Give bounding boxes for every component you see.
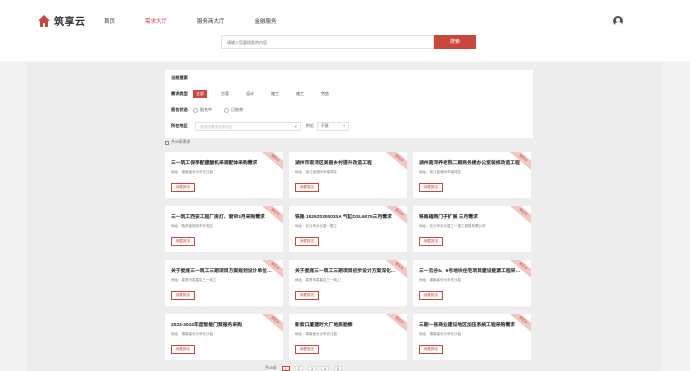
demand-card[interactable]: 报名中 铁路 1525Z0300033A 气缸DSL6075三月需求 地址：长沙市长…	[289, 206, 407, 252]
type-chip-labor[interactable]: 劳务	[318, 90, 332, 98]
card-title[interactable]: 新索口厦建时大厂地质勘察	[295, 321, 399, 328]
scope-value: 不限	[321, 124, 329, 128]
user-avatar-icon[interactable]	[613, 16, 623, 26]
search-button[interactable]: 搜索	[434, 35, 476, 49]
brand-name: 筑享云	[54, 17, 86, 28]
type-chip-construction-2[interactable]: 施工	[293, 90, 307, 98]
radio-circle-icon	[193, 107, 198, 113]
demand-card[interactable]: 报名中 2023-2024年度智能门禁服务采购 地址：湖南省长沙市长沙县 我要报名	[165, 314, 283, 360]
signup-button[interactable]: 我要报名	[295, 291, 319, 300]
card-title[interactable]: 湖州南浔养老院二期商务楼办公室装修改造工程	[419, 159, 523, 166]
card-address: 地址：娄底市娄星区三一筑工	[295, 278, 341, 282]
results-count: 共45条需求	[165, 140, 190, 145]
page-1[interactable]: 1	[281, 366, 290, 371]
signup-button[interactable]: 我要报名	[419, 345, 443, 354]
region-row: 所在地区 请选择需求发布地区 × 附近 不限 ▾	[171, 121, 349, 131]
card-title[interactable]: 铁路箱网门子扩展 三月需求	[419, 213, 523, 220]
search-band: 搜索	[0, 27, 690, 61]
region-placeholder: 请选择需求发布地区	[200, 124, 233, 129]
chevron-down-icon: ▾	[343, 123, 345, 128]
card-title[interactable]: 三期一县商业建设地区加压系统工程采购需求	[419, 321, 523, 328]
scope-select[interactable]: 不限 ▾	[317, 121, 349, 131]
card-address: 地址：湖南省长沙市长沙县	[295, 332, 337, 336]
demand-card[interactable]: 报名中 新索口厦建时大厂地质勘察 地址：湖南省长沙市长沙县 我要报名	[289, 314, 407, 360]
card-address: 地址：湖南省长沙市长沙县	[419, 332, 461, 336]
status-label: 报名状态	[171, 107, 188, 112]
pagination: 共45条 1 2 3 4 5	[265, 366, 342, 371]
region-label: 所在地区	[171, 123, 188, 128]
demand-card[interactable]: 报名中 三一云谷5、6号地块住宅项目建设能源工程采购... 地址：湖南省长沙市长沙县…	[413, 260, 531, 306]
card-title[interactable]: 三一筑工保亭配建酸机采调配体采购需求	[171, 159, 275, 166]
page-3[interactable]: 3	[307, 366, 316, 371]
card-title[interactable]: 关于娄底三一筑工三期项目初步设计方案深化...	[295, 267, 399, 274]
signup-button[interactable]: 我要报名	[171, 183, 195, 192]
demand-card[interactable]: 报名中 三一筑工保亭配建酸机采调配体采购需求 地址：湖南省长沙市长沙县 我要报名	[165, 152, 283, 198]
card-title[interactable]: 铁路 1525Z0300033A 气缸DSL6075三月需求	[295, 213, 399, 220]
card-title[interactable]: 三一云谷5、6号地块住宅项目建设能源工程采购...	[419, 267, 523, 274]
type-chip-construction[interactable]: 施工	[268, 90, 282, 98]
card-address: 地址：湖南省长沙市长沙县	[419, 278, 461, 282]
demand-card[interactable]: 报名中 湖州市南浔区美丽乡村提升改造工程 地址：浙江省湖州市南浔区 我要报名	[289, 152, 407, 198]
filter-title: 当前搜索	[171, 75, 188, 80]
type-chip-plan[interactable]: 方案	[218, 90, 232, 98]
house-logo-icon	[38, 14, 50, 27]
card-address: 地址：浙江省湖州市南浔区	[419, 170, 461, 174]
signup-button[interactable]: 我要报名	[171, 237, 195, 246]
results-count-text: 共45条需求	[171, 140, 191, 144]
demand-card[interactable]: 报名中 关于娄底三一筑工三期项目初步设计方案深化... 地址：娄底市娄星区三一筑工我…	[289, 260, 407, 306]
card-title[interactable]: 关于娄底三一筑工三期项目方案规划设计单位的...	[171, 267, 275, 274]
status-closed-text: 已结束	[231, 107, 243, 112]
card-title[interactable]: 三一筑工西安工程厂房灯、窗帘3月采购需求	[171, 213, 275, 220]
card-address: 地址：浙江省湖州市南浔区	[295, 170, 337, 174]
region-select[interactable]: 请选择需求发布地区 ×	[195, 121, 301, 131]
list-icon	[165, 140, 169, 145]
demand-card[interactable]: 报名中 三一筑工西安工程厂房灯、窗帘3月采购需求 地址：陕西省西安市长安区 我要报名	[165, 206, 283, 252]
status-radio-open[interactable]: 报名中	[193, 107, 212, 113]
card-address: 地址：湖南省长沙市长沙县	[171, 332, 213, 336]
card-address: 地址：陕西省西安市长安区	[171, 224, 213, 228]
signup-button[interactable]: 我要报名	[295, 237, 319, 246]
demand-card[interactable]: 报名中 三期一县商业建设地区加压系统工程采购需求 地址：湖南省长沙市长沙县 我要报名	[413, 314, 531, 360]
signup-button[interactable]: 我要报名	[171, 345, 195, 354]
demand-card[interactable]: 报名中 关于娄底三一筑工三期项目方案规划设计单位的... 地址：娄底市娄星区三一筑工…	[165, 260, 283, 306]
demand-card[interactable]: 报名中 湖州南浔养老院二期商务楼办公室装修改造工程 地址：浙江省湖州市南浔区 我要报名	[413, 152, 531, 198]
signup-button[interactable]: 我要报名	[419, 237, 443, 246]
logo[interactable]: 筑享云	[38, 13, 86, 28]
page-5[interactable]: 5	[333, 366, 342, 371]
clear-icon[interactable]: ×	[294, 124, 297, 129]
type-chip-design[interactable]: 设计	[243, 90, 257, 98]
signup-button[interactable]: 我要报名	[171, 291, 195, 300]
card-address: 地址：娄底市娄星区三一筑工	[171, 278, 217, 282]
status-row: 报名状态 报名中 已结束	[171, 105, 255, 115]
signup-button[interactable]: 我要报名	[295, 183, 319, 192]
card-address: 地址：长沙市长沙县一国工	[295, 224, 337, 228]
demand-card[interactable]: 报名中 铁路箱网门子扩展 三月需求 地址：长沙市长沙县三一重工城投有限公司 我要报名	[413, 206, 531, 252]
status-radio-closed[interactable]: 已结束	[224, 107, 243, 113]
signup-button[interactable]: 我要报名	[419, 291, 443, 300]
scope-label: 附近	[306, 123, 314, 128]
card-title[interactable]: 2023-2024年度智能门禁服务采购	[171, 321, 275, 328]
card-address: 地址：湖南省长沙市长沙县	[171, 170, 213, 174]
signup-button[interactable]: 我要报名	[419, 183, 443, 192]
pager-total: 共45条	[265, 366, 277, 370]
card-address: 地址：长沙市长沙县三一重工城投有限公司	[419, 224, 486, 228]
page-2[interactable]: 2	[294, 366, 303, 371]
search-input[interactable]	[221, 35, 434, 49]
signup-button[interactable]: 我要报名	[295, 345, 319, 354]
page-4[interactable]: 4	[320, 366, 329, 371]
radio-circle-icon	[224, 107, 229, 113]
type-label: 需求类型	[171, 91, 188, 96]
type-chip-all[interactable]: 全部	[193, 90, 207, 98]
filter-panel: 当前搜索 需求类型 全部 方案 设计 施工 施工 劳务 报名状态 报名中 已结束…	[165, 70, 533, 138]
type-row: 需求类型 全部 方案 设计 施工 施工 劳务	[171, 89, 343, 99]
card-title[interactable]: 湖州市南浔区美丽乡村提升改造工程	[295, 159, 399, 166]
status-open-text: 报名中	[200, 107, 212, 112]
